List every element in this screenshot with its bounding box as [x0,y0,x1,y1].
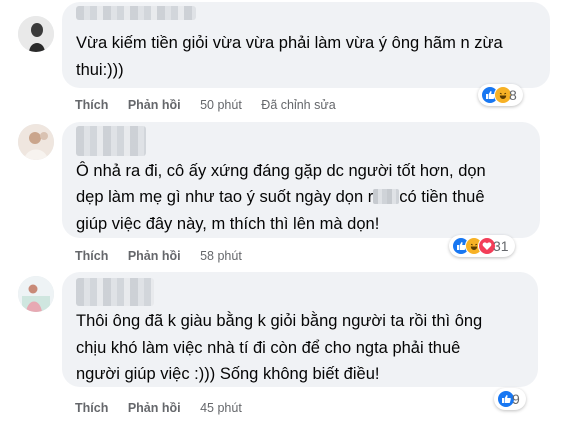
reaction-summary[interactable]: 8 [478,84,523,106]
comment-text-line: chịu khó làm việc nhà tí đi còn để cho n… [76,339,461,357]
comment-bubble: Ô nhả ra đi, cô ấy xứng đáng gặp dc ngườ… [62,122,540,238]
reaction-summary[interactable]: 9 [494,388,526,410]
comment-timestamp[interactable]: 45 phút [200,401,242,415]
redacted-word [373,189,400,204]
reply-button[interactable]: Phản hồi [128,249,181,263]
comment-text-line: thui:))) [76,61,124,79]
reply-button[interactable]: Phản hồi [128,401,181,415]
avatar-image-icon [18,124,54,160]
like-button[interactable]: Thích [75,249,108,263]
avatar[interactable] [18,124,54,160]
author-name-blurred[interactable] [76,6,196,20]
comment-text-line: người giúp việc :))) Sống không biết điề… [76,365,380,383]
reaction-count: 8 [509,87,517,103]
comment-timestamp[interactable]: 58 phút [200,249,242,263]
comment-text-line: dẹp làm mẹ gì như tao ý suốt ngày dọn r c… [76,184,485,211]
comment-text-fragment: có tiền thuê [399,188,485,206]
comment-bubble: Vừa kiếm tiền giỏi vừa vừa phải làm vừa … [62,2,550,88]
comment-text-line: Ô nhả ra đi, cô ấy xứng đáng gặp dc ngườ… [76,162,486,180]
like-button[interactable]: Thích [75,401,108,415]
comment-text-line: Thôi ông đã k giàu bằng k giỏi bằng ngườ… [76,312,483,330]
comment-actions: Thích Phản hồi 45 phút [75,401,258,415]
avatar-image-icon [18,276,54,312]
reaction-count: 31 [493,238,509,254]
avatar[interactable] [18,16,54,52]
comment-text-fragment: dẹp làm mẹ gì như tao ý suốt ngày dọn r [76,188,374,206]
comment-text-line: giúp việc đây này, m thích thì lên mà dọ… [76,215,380,233]
author-name-blurred[interactable] [76,278,154,306]
avatar-image-icon [18,16,54,52]
comment-actions: Thích Phản hồi 58 phút [75,249,258,263]
like-button[interactable]: Thích [75,98,108,112]
comment-text-line: Vừa kiếm tiền giỏi vừa vừa phải làm vừa … [76,34,503,52]
comment-actions: Thích Phản hồi 50 phút Đã chỉnh sửa [75,98,352,112]
reaction-count: 9 [512,391,520,407]
edited-label[interactable]: Đã chỉnh sửa [261,98,335,112]
comment-bubble: Thôi ông đã k giàu bằng k giỏi bằng ngườ… [62,272,538,387]
avatar[interactable] [18,276,54,312]
comment-timestamp[interactable]: 50 phút [200,98,242,112]
reaction-summary[interactable]: 31 [449,235,515,257]
author-name-blurred[interactable] [76,126,146,156]
reply-button[interactable]: Phản hồi [128,98,181,112]
